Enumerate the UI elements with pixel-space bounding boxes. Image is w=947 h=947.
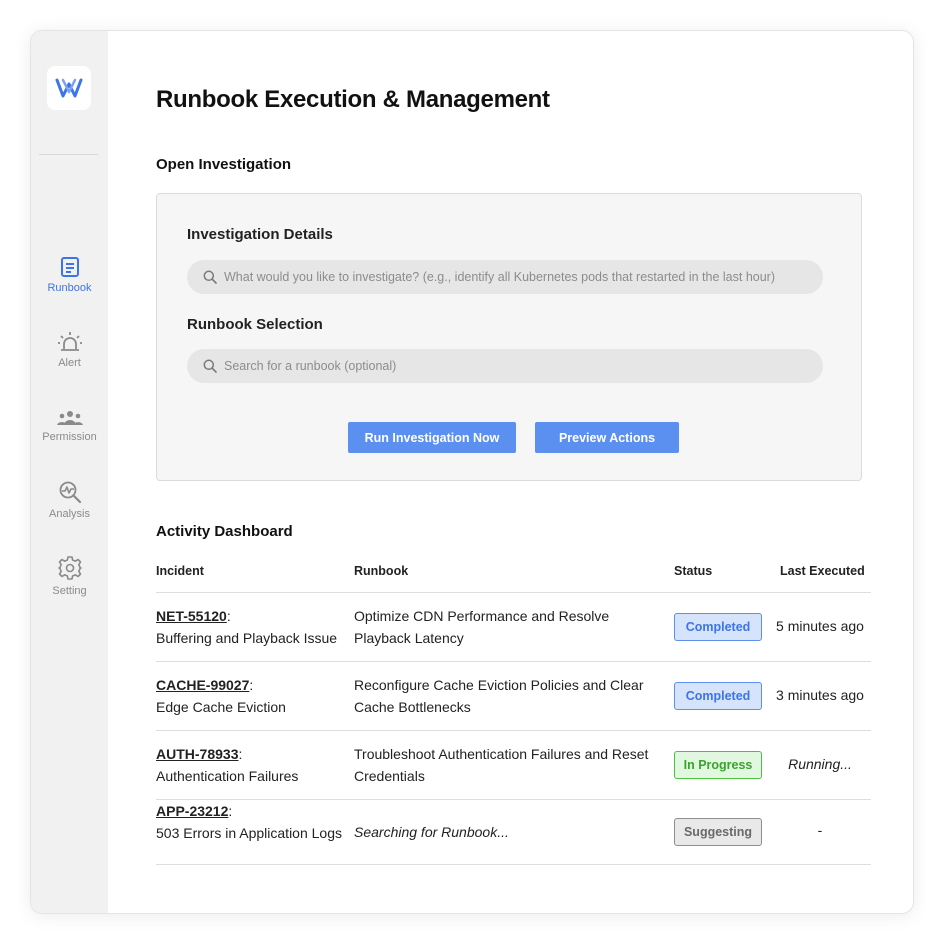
runbook-cell: Optimize CDN Performance and Resolve Pla… (354, 608, 610, 646)
sidebar-item-setting[interactable]: Setting (31, 555, 108, 597)
incident-description: Authentication Failures (156, 768, 299, 784)
w-logo-icon (55, 78, 83, 98)
sidebar-item-runbook[interactable]: Runbook (31, 256, 108, 294)
gear-icon (57, 556, 82, 580)
status-badge: Completed (674, 682, 762, 710)
alarm-icon (57, 332, 82, 351)
incident-cell: AUTH-78933: Authentication Failures (156, 746, 299, 784)
table-row[interactable]: CACHE-99027: Edge Cache Eviction Reconfi… (156, 661, 871, 730)
preview-actions-button[interactable]: Preview Actions (535, 422, 679, 453)
incident-id-link[interactable]: AUTH-78933 (156, 746, 238, 762)
column-header-incident: Incident (156, 564, 204, 578)
incident-id-link[interactable]: APP-23212 (156, 803, 228, 819)
last-executed-cell: - (817, 822, 823, 838)
incident-description: Edge Cache Eviction (156, 699, 286, 715)
incident-description: 503 Errors in Application Logs (156, 825, 342, 841)
activity-dashboard-title: Activity Dashboard (156, 523, 293, 540)
investigation-details-input[interactable] (224, 270, 823, 284)
table-row[interactable]: APP-23212: 503 Errors in Application Log… (156, 799, 871, 865)
status-badge: Suggesting (674, 818, 762, 846)
sidebar-item-label: Permission (42, 431, 97, 443)
runbook-cell: Troubleshoot Authentication Failures and… (354, 746, 649, 784)
status-badge: In Progress (674, 751, 762, 779)
column-header-runbook: Runbook (354, 564, 409, 578)
incident-cell: APP-23212: 503 Errors in Application Log… (156, 803, 342, 841)
search-icon (203, 359, 217, 373)
investigation-details-field[interactable] (187, 260, 823, 294)
column-header-last-executed: Last Executed (780, 564, 865, 578)
open-investigation-title: Open Investigation (156, 156, 292, 173)
sidebar-divider (39, 154, 98, 155)
sidebar: Runbook Alert Permission Analysis Settin… (31, 31, 108, 913)
runbook-search-field[interactable] (187, 349, 823, 383)
runbook-cell: Reconfigure Cache Eviction Policies and … (354, 677, 644, 715)
search-icon (203, 270, 217, 284)
table-row[interactable]: AUTH-78933: Authentication Failures Trou… (156, 730, 871, 799)
last-executed-cell: 5 minutes ago (776, 618, 864, 634)
incident-id-link[interactable]: CACHE-99027 (156, 677, 249, 693)
runbook-search-input[interactable] (224, 359, 823, 373)
incident-id-link[interactable]: NET-55120 (156, 608, 227, 624)
analysis-icon (59, 481, 81, 504)
runbook-selection-label: Runbook Selection (187, 316, 323, 333)
last-executed-cell: 3 minutes ago (776, 687, 864, 703)
sidebar-item-alert[interactable]: Alert (31, 331, 108, 369)
incident-cell: NET-55120: Buffering and Playback Issue (156, 608, 338, 646)
sidebar-item-label: Analysis (49, 508, 90, 520)
incident-cell: CACHE-99027: Edge Cache Eviction (156, 677, 286, 715)
sidebar-item-label: Setting (52, 585, 87, 597)
sidebar-item-permission[interactable]: Permission (31, 409, 108, 443)
sidebar-item-label: Alert (58, 357, 81, 369)
last-executed-cell: Running... (788, 756, 852, 772)
sidebar-item-label: Runbook (47, 282, 92, 294)
investigation-details-label: Investigation Details (187, 226, 333, 243)
investigation-panel: Investigation Details Runbook Selection … (156, 193, 862, 481)
run-investigation-button[interactable]: Run Investigation Now (348, 422, 516, 453)
document-icon (60, 257, 79, 277)
column-header-status: Status (674, 564, 713, 578)
sidebar-item-analysis[interactable]: Analysis (31, 480, 108, 520)
status-badge: Completed (674, 613, 762, 641)
logo[interactable] (47, 66, 91, 110)
main-content: Runbook Execution & Management Open Inve… (108, 31, 913, 913)
page-title: Runbook Execution & Management (156, 86, 550, 113)
table-bottom-border (156, 864, 871, 865)
runbook-cell: Searching for Runbook... (354, 824, 509, 840)
incident-description: Buffering and Playback Issue (156, 630, 338, 646)
table-row[interactable]: NET-55120: Buffering and Playback Issue … (156, 592, 871, 661)
users-icon (56, 411, 83, 425)
app-window: Runbook Alert Permission Analysis Settin… (30, 30, 914, 914)
